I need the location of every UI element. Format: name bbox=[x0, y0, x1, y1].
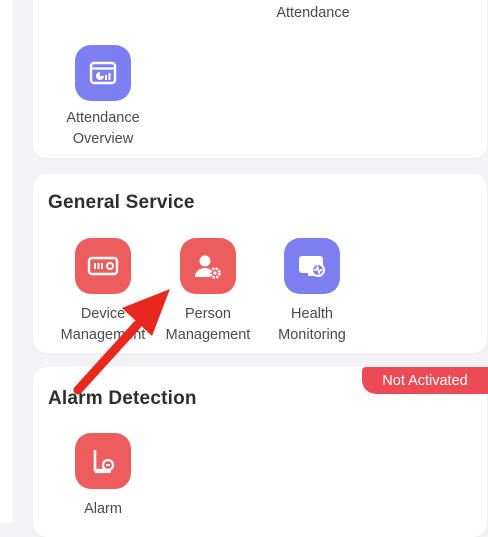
section-title: General Service bbox=[48, 192, 195, 213]
device-management-tile[interactable] bbox=[75, 238, 131, 294]
alarm-tile[interactable] bbox=[75, 433, 131, 489]
person-gear-icon bbox=[195, 255, 221, 279]
health-monitor-icon bbox=[299, 256, 325, 277]
health-monitoring-label[interactable]: Health Monitoring bbox=[247, 304, 377, 346]
attendance-overview-label[interactable]: Attendance Overview bbox=[38, 108, 168, 150]
device-icon bbox=[87, 256, 119, 276]
not-activated-badge: Not Activated bbox=[362, 367, 488, 394]
attendance-overview-icon bbox=[89, 61, 117, 85]
attendance-overview-tile[interactable] bbox=[75, 45, 131, 101]
alarm-label[interactable]: Alarm bbox=[38, 499, 168, 520]
attendance-card: Attendance Attendance Overview bbox=[33, 0, 487, 158]
attendance-label[interactable]: Attendance bbox=[248, 3, 378, 24]
left-edge-panel bbox=[0, 0, 13, 523]
person-management-tile[interactable] bbox=[180, 238, 236, 294]
section-title: Alarm Detection bbox=[48, 388, 197, 409]
health-monitoring-tile[interactable] bbox=[284, 238, 340, 294]
alarm-icon bbox=[93, 450, 115, 474]
general-service-card: General Service Device Management Person… bbox=[33, 174, 487, 353]
